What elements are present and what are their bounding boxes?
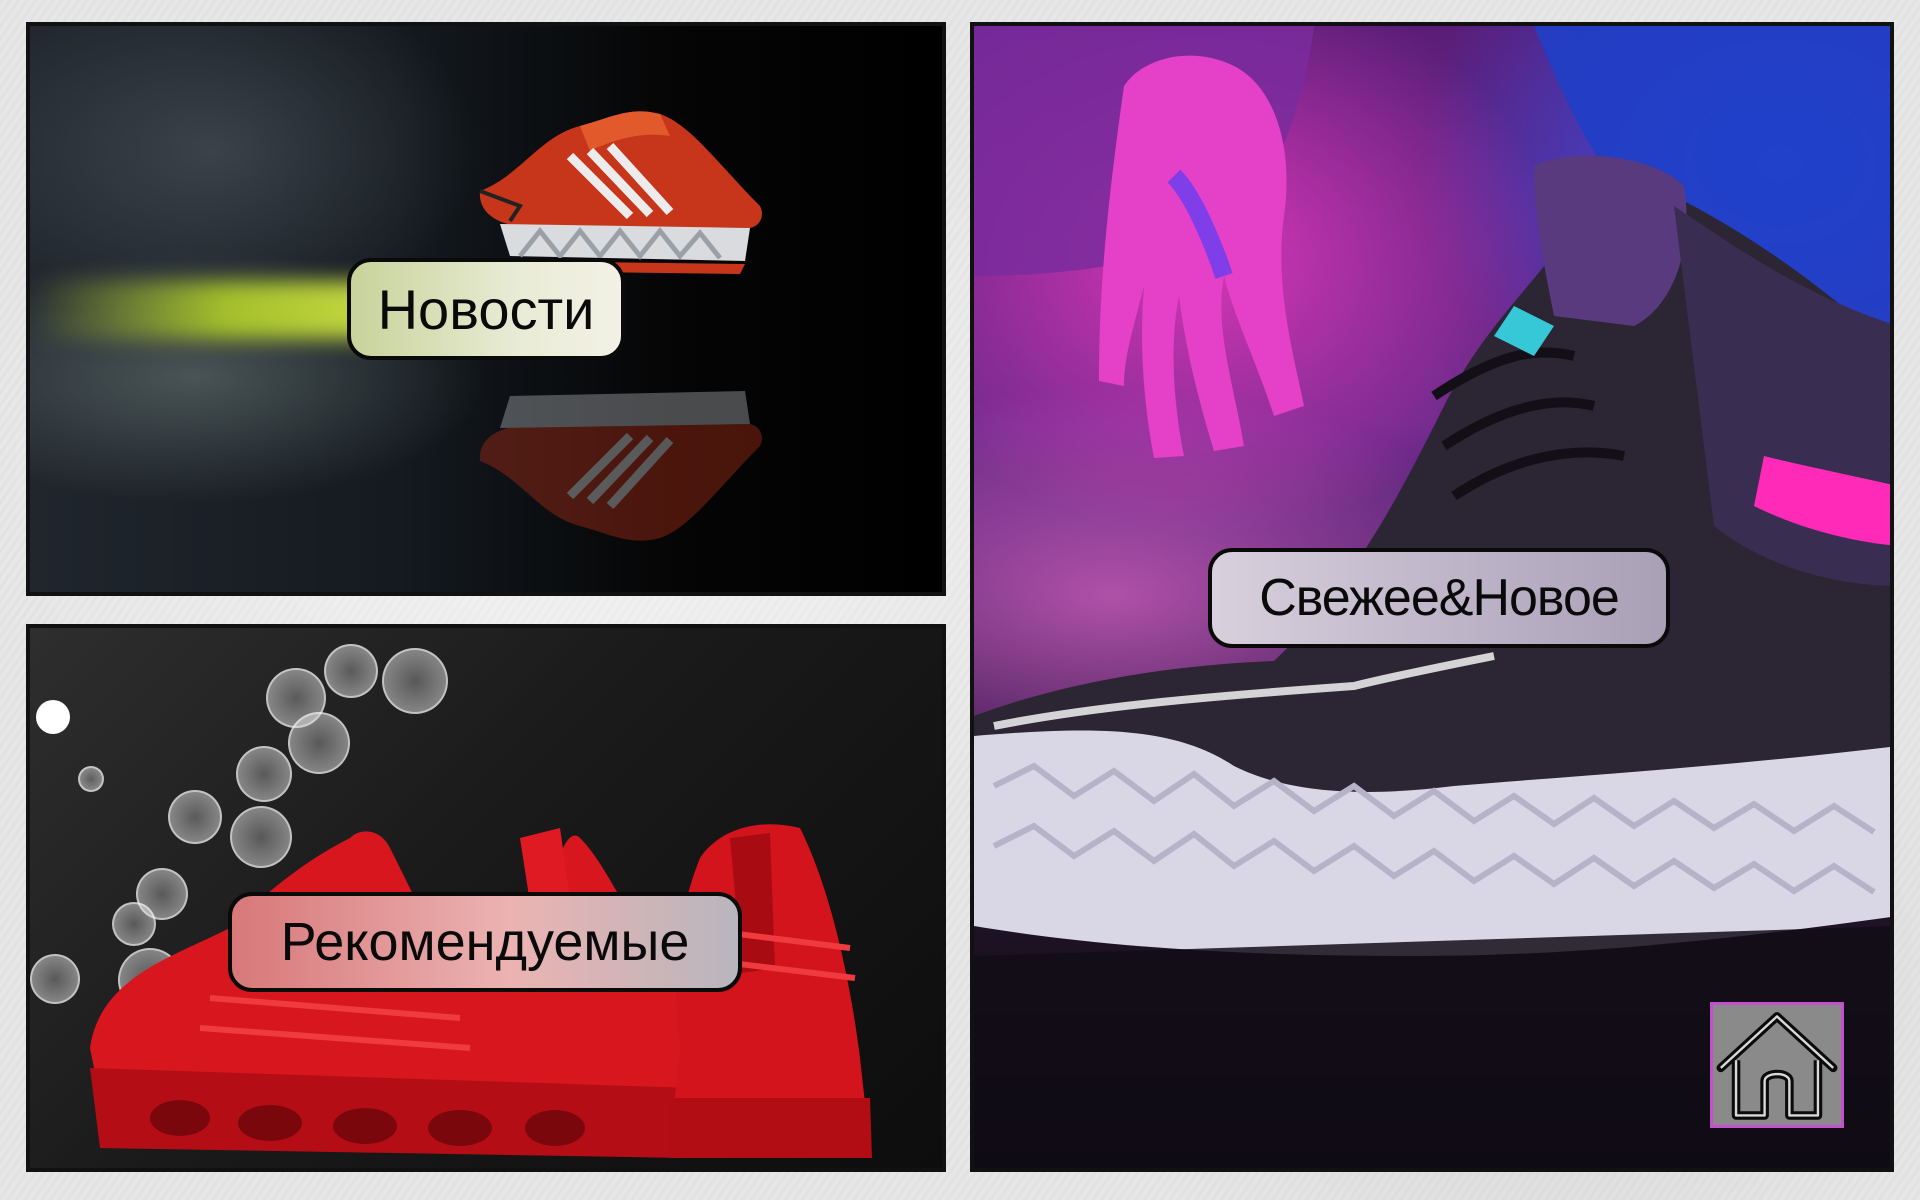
home-icon [1716, 1012, 1838, 1120]
home-button[interactable] [1710, 1002, 1844, 1128]
recommended-label[interactable]: Рекомендуемые [228, 892, 742, 992]
news-label[interactable]: Новости [347, 258, 625, 360]
fresh-new-label[interactable]: Свежее&Новое [1208, 548, 1670, 648]
running-shoe-reflection [479, 391, 762, 541]
